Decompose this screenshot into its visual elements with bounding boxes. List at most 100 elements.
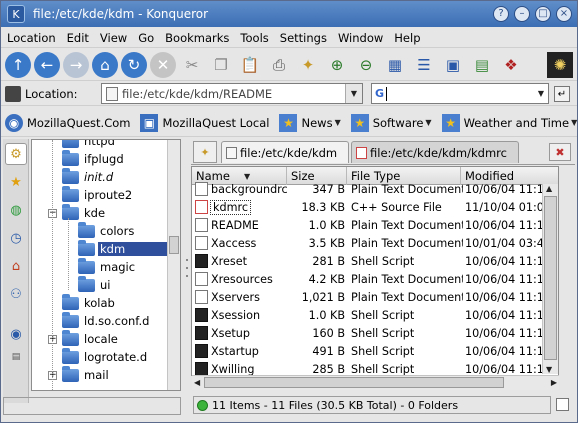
file-list-scroll-thumb[interactable]	[544, 196, 557, 360]
new-window-icon[interactable]: ✦	[295, 52, 321, 78]
bookmark-folder-news[interactable]: ★ News ▼	[279, 113, 341, 132]
print-icon[interactable]: ⎙	[266, 52, 292, 78]
tree-item[interactable]: kdm	[78, 239, 174, 258]
tree-item[interactable]: colors	[78, 221, 136, 240]
tree-item[interactable]: iproute2	[62, 185, 134, 204]
file-list-vertical-scrollbar[interactable]: ▲ ▼	[542, 184, 558, 374]
scroll-up-arrow-icon[interactable]: ▲	[546, 184, 552, 193]
tree-item[interactable]: + locale	[48, 329, 120, 348]
file-name-cell: Xsession	[195, 306, 287, 324]
menu-settings[interactable]: Settings	[280, 31, 327, 45]
help-button[interactable]: ?	[493, 6, 509, 22]
bookmark-folder-weather[interactable]: ★ Weather and Time ▼	[441, 113, 577, 132]
detailed-list-view-icon[interactable]: ☰	[411, 52, 437, 78]
close-button[interactable]: ×	[556, 6, 572, 22]
tree-scroll-thumb[interactable]	[169, 236, 179, 254]
tab-kdmrc[interactable]: file:/etc/kde/kdm/kdmrc	[351, 141, 519, 163]
maximize-button[interactable]: □	[535, 6, 551, 22]
new-tab-icon[interactable]: ✦	[193, 141, 217, 163]
history-clock-icon[interactable]: ◷	[5, 227, 27, 249]
location-input[interactable]: file:/etc/kde/kdm/README ▼	[101, 83, 363, 104]
reload-icon[interactable]: ↻	[121, 51, 147, 78]
tree-item[interactable]: magic	[78, 257, 137, 276]
file-row[interactable]: backgroundrc 347 B Plain Text Document 10/0…	[192, 180, 558, 198]
panel-splitter[interactable]	[184, 139, 190, 403]
bookmark-mozillaquest-com[interactable]: ◉ MozillaQuest.Com	[5, 113, 130, 132]
tree-item[interactable]: init.d	[62, 167, 115, 186]
menu-bookmarks[interactable]: Bookmarks	[165, 31, 229, 45]
tree-item[interactable]: ifplugd	[62, 149, 126, 168]
tree-item-label: kde	[84, 206, 106, 220]
go-button[interactable]: ↵	[554, 86, 570, 102]
menu-window[interactable]: Window	[338, 31, 383, 45]
preview-icon[interactable]: ▣	[440, 52, 466, 78]
location-dropdown-icon[interactable]: ▼	[345, 84, 362, 103]
file-row[interactable]: Xsession 1.0 KB Shell Script 10/06/04 11:16…	[192, 306, 558, 324]
scroll-left-arrow-icon[interactable]: ◀	[194, 378, 200, 387]
forward-arrow-icon[interactable]: →	[63, 51, 89, 78]
sidebar-more-icon[interactable]: ▤	[5, 351, 27, 363]
tree-item[interactable]: httpd	[62, 140, 117, 150]
bookmarks-star-icon[interactable]: ★	[5, 171, 27, 193]
bookmark-folder-software[interactable]: ★ Software ▼	[350, 113, 432, 132]
menu-go[interactable]: Go	[138, 31, 154, 45]
search-input[interactable]: G ▼	[371, 83, 549, 104]
home-icon[interactable]: ⌂	[92, 51, 118, 78]
icon-view-icon[interactable]: ▦	[382, 52, 408, 78]
tree-item-label: mail	[84, 368, 109, 382]
tree-item[interactable]: + mail	[48, 365, 111, 384]
file-row[interactable]: Xservers 1,021 B Plain Text Document 10/06/…	[192, 288, 558, 306]
devices-icon[interactable]: ◍	[5, 199, 27, 221]
minimize-button[interactable]: –	[514, 6, 530, 22]
text-document-icon	[195, 182, 208, 196]
tree-item[interactable]: kolab	[62, 293, 117, 312]
file-list-horizontal-scrollbar[interactable]: ◀ ▶	[192, 375, 559, 390]
scroll-down-arrow-icon[interactable]: ▼	[546, 365, 552, 374]
file-row[interactable]: Xsetup160 BShell Script10/06/04 11:16 am	[192, 324, 558, 342]
menu-help[interactable]: Help	[394, 31, 420, 45]
services-icon[interactable]: ◉	[5, 323, 27, 345]
cut-icon[interactable]: ✂	[179, 52, 205, 78]
file-row[interactable]: kdmrc 18.3 KB C++ Source File 11/10/04 01:0…	[192, 198, 558, 216]
search-dropdown-icon[interactable]: ▼	[534, 84, 548, 103]
info-list-view-icon[interactable]: ▤	[469, 52, 495, 78]
file-row[interactable]: Xreset281 BShell Script10/06/04 11:16 am	[192, 252, 558, 270]
link-view-checkbox[interactable]	[556, 398, 569, 411]
file-row[interactable]: Xwilling 285 B Shell Script 10/06/04 11:16 …	[192, 360, 558, 375]
close-tab-icon[interactable]: ✖	[549, 143, 571, 161]
home-folder-icon[interactable]: ⌂	[5, 255, 27, 277]
zoom-out-icon[interactable]: ⊖	[353, 52, 379, 78]
scroll-right-arrow-icon[interactable]: ▶	[551, 378, 557, 387]
up-arrow-icon[interactable]: ↑	[5, 51, 31, 78]
clear-location-icon[interactable]	[5, 85, 21, 102]
back-arrow-icon[interactable]: ←	[34, 51, 60, 78]
location-url: file:/etc/kde/kdm/README	[122, 86, 273, 101]
tree-item-label: magic	[100, 260, 136, 274]
tree-item[interactable]: ui	[78, 275, 112, 294]
horizontal-scroll-thumb[interactable]	[204, 377, 504, 388]
file-row[interactable]: Xresources 4.2 KB Plain Text Document 10/06…	[192, 270, 558, 288]
file-row[interactable]: Xstartup 491 B Shell Script 10/06/04 11:16 …	[192, 342, 558, 360]
tab-kdm[interactable]: file:/etc/kde/kdm	[221, 141, 349, 163]
bookmark-mozillaquest-local[interactable]: ▣ MozillaQuest Local	[140, 113, 269, 132]
network-icon[interactable]: ⚇	[5, 283, 27, 305]
title-bar[interactable]: K file:/etc/kde/kdm - Konqueror ? – □ ×	[1, 1, 577, 27]
stop-icon[interactable]: ✕	[150, 51, 176, 78]
copy-icon[interactable]: ❐	[208, 52, 234, 78]
konqueror-app-icon[interactable]: K	[7, 5, 25, 23]
menu-location[interactable]: Location	[7, 31, 56, 45]
file-row[interactable]: Xaccess 3.5 KB Plain Text Document 10/01/04…	[192, 234, 558, 252]
tree-item[interactable]: logrotate.d	[62, 347, 149, 366]
tree-vertical-scrollbar[interactable]	[167, 140, 180, 390]
kde-gear-icon[interactable]: ❖	[498, 52, 524, 78]
file-row[interactable]: README 1.0 KB Plain Text Document 10/06/04 …	[192, 216, 558, 234]
zoom-in-icon[interactable]: ⊕	[324, 52, 350, 78]
tab-label: file:/etc/kde/kdm	[240, 145, 338, 160]
menu-tools[interactable]: Tools	[240, 31, 268, 45]
paste-icon[interactable]: 📋	[237, 52, 263, 78]
menu-view[interactable]: View	[100, 31, 127, 45]
configure-sidebar-icon[interactable]: ⚙	[5, 143, 27, 165]
file-size-cell: 3.5 KB	[308, 236, 345, 250]
tree-item[interactable]: ld.so.conf.d	[62, 311, 151, 330]
menu-edit[interactable]: Edit	[67, 31, 89, 45]
